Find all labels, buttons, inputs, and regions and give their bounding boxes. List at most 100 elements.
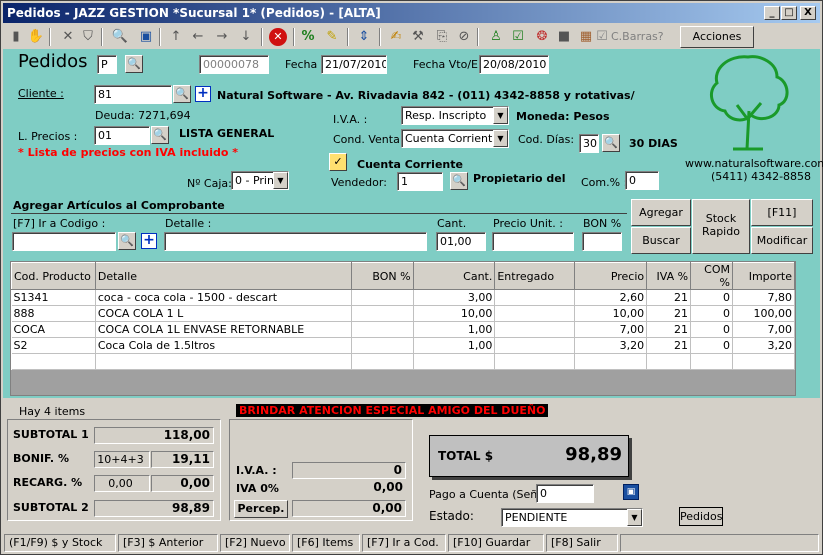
column-header[interactable]: IVA % — [646, 262, 692, 290]
buscar-button[interactable]: Buscar — [631, 227, 691, 254]
table-row[interactable]: 888 COCA COLA 1 L 10,00 10,00 21 0 100,00 — [11, 305, 795, 322]
items-table[interactable]: Cod. Producto Detalle BON % Cant. Entregado P… — [11, 262, 795, 370]
delete-x-icon[interactable]: ✕ — [59, 28, 77, 46]
divider — [11, 213, 627, 214]
total-label: TOTAL $ — [438, 449, 494, 463]
maximize-button[interactable]: □ — [781, 6, 797, 20]
person-icon[interactable]: ♙ — [487, 28, 505, 46]
pedidos-button[interactable]: Pedidos — [679, 507, 723, 526]
chevron-down-icon[interactable]: ▼ — [493, 130, 508, 147]
table-cell: 0 — [690, 321, 733, 338]
new-doc-icon[interactable]: ▮ — [7, 28, 25, 46]
bon-field[interactable] — [582, 232, 622, 251]
table-cell: 10,00 — [574, 305, 648, 322]
borrar-button[interactable]: [F11] Borrar — [751, 199, 813, 244]
chevron-down-icon[interactable]: ▼ — [493, 107, 508, 124]
table-row[interactable]: S1341 coca - coca cola - 1500 - descart 3,… — [11, 289, 795, 306]
items-grid[interactable]: Cod. Producto Detalle BON % Cant. Entregado P… — [10, 261, 796, 396]
minimize-button[interactable]: _ — [764, 6, 780, 20]
hand-icon[interactable]: ✋ — [27, 28, 45, 46]
close-button[interactable]: X — [800, 6, 816, 20]
items-count: Hay 4 items — [19, 405, 86, 418]
codigo-field[interactable] — [12, 232, 116, 251]
cant-label: Cant. — [437, 217, 467, 230]
table-row[interactable]: S2 Coca Cola de 1.5ltros 1,00 3,20 21 0 3,20 — [11, 337, 795, 354]
precios-search-icon[interactable]: 🔍 — [151, 126, 169, 144]
codigo-search-icon[interactable]: 🔍 — [118, 232, 136, 250]
table-cell: 0 — [690, 337, 733, 354]
estado-select[interactable]: PENDIENTE ▼ — [501, 508, 643, 527]
stop-icon[interactable]: ■ — [555, 28, 573, 46]
recarg-label: RECARG. % — [13, 476, 83, 489]
column-header[interactable]: Precio — [574, 262, 648, 290]
arrow-down-icon[interactable]: ↓ — [237, 28, 255, 46]
modificar-button[interactable]: Modificar — [751, 227, 813, 254]
table-cell: 7,00 — [732, 321, 795, 338]
chevron-down-icon[interactable]: ▼ — [273, 172, 288, 189]
precio-field[interactable] — [492, 232, 574, 251]
iva-select[interactable]: Resp. Inscripto ▼ — [401, 106, 509, 125]
agregar-button[interactable]: Agregar — [631, 199, 691, 226]
tipo-search-icon[interactable]: 🔍 — [125, 55, 143, 73]
cliente-field[interactable]: 81 — [94, 85, 172, 104]
cbarras-checkbox[interactable]: ☑ — [593, 28, 611, 46]
clean-icon[interactable]: ✎ — [323, 28, 341, 46]
table-cell: 100,00 — [732, 305, 795, 322]
percent-icon[interactable]: % — [299, 28, 317, 46]
check-icon[interactable]: ☑ — [509, 28, 527, 46]
no-icon[interactable]: ⊘ — [455, 28, 473, 46]
cliente-add-icon[interactable]: + — [195, 86, 211, 102]
cond-venta-select[interactable]: Cuenta Corriente ▼ — [401, 129, 509, 148]
numero-field[interactable]: 00000078 — [199, 55, 269, 74]
fecha-vto-field[interactable]: 20/08/2010 — [479, 55, 549, 74]
cuenta-corriente-icon[interactable]: ✓ — [329, 153, 347, 171]
cod-dias-field[interactable]: 30 — [579, 134, 599, 153]
save-pago-icon[interactable]: ▣ — [623, 484, 639, 500]
vendedor-field[interactable]: 1 — [397, 172, 443, 191]
pago-field[interactable]: 0 — [536, 484, 594, 503]
bonif-label: BONIF. % — [13, 452, 69, 465]
chevron-down-icon[interactable]: ▼ — [627, 509, 642, 526]
fecha-field[interactable]: 21/07/2010 — [321, 55, 387, 74]
vendedor-search-icon[interactable]: 🔍 — [450, 172, 468, 190]
caja-select[interactable]: 0 - Prin ▼ — [231, 171, 289, 190]
cliente-search-icon[interactable]: 🔍 — [173, 85, 191, 103]
save-icon[interactable]: ▣ — [137, 28, 155, 46]
precio-label: Precio Unit. : — [493, 217, 563, 230]
expand-icon[interactable]: ⇕ — [355, 28, 373, 46]
detalle-field[interactable] — [164, 232, 427, 251]
copy-icon[interactable]: ⎘ — [433, 28, 451, 46]
codigo-add-icon[interactable]: + — [141, 233, 157, 249]
cant-field[interactable]: 01,00 — [436, 232, 486, 251]
lifebuoy-icon[interactable]: ❂ — [533, 28, 551, 46]
column-header[interactable]: Detalle — [94, 262, 352, 290]
arrow-right-icon[interactable]: → — [213, 28, 231, 46]
table-row[interactable] — [11, 353, 795, 370]
tools-icon[interactable]: ⚒ — [409, 28, 427, 46]
cancel-icon[interactable]: ✕ — [269, 28, 287, 46]
comision-field[interactable]: 0 — [625, 171, 659, 190]
column-header[interactable]: Cant. — [412, 262, 496, 290]
form-panel: Pedidos P 🔍 00000078 Fecha : 21/07/2010 … — [3, 49, 823, 398]
handshake-icon[interactable]: ✍ — [387, 28, 405, 46]
search-icon[interactable]: 🔍 — [111, 28, 129, 46]
shield-icon[interactable]: ⛉ — [79, 28, 97, 46]
column-header[interactable]: Cod. Producto — [11, 262, 96, 290]
table-cell — [646, 353, 692, 370]
acciones-button[interactable]: Acciones — [680, 26, 754, 48]
column-header[interactable]: COM % — [690, 262, 733, 290]
stock-rapido-button[interactable]: Stock Rapido — [692, 199, 750, 254]
column-header[interactable]: BON % — [350, 262, 414, 290]
table-row[interactable]: COCA COCA COLA 1L ENVASE RETORNABLE 1,00 7,… — [11, 321, 795, 338]
column-header[interactable]: Entregado — [494, 262, 576, 290]
precios-field[interactable]: 01 — [94, 126, 150, 145]
column-header[interactable]: Importe — [732, 262, 795, 290]
percep-button[interactable]: Percep. — [234, 500, 288, 518]
arrow-up-icon[interactable]: ↑ — [167, 28, 185, 46]
table-cell: 10,00 — [413, 305, 496, 322]
bonif-pct[interactable]: 10+4+3 — [94, 451, 150, 468]
recarg-pct[interactable]: 0,00 — [94, 475, 150, 492]
arrow-left-icon[interactable]: ← — [189, 28, 207, 46]
cod-dias-search-icon[interactable]: 🔍 — [602, 134, 620, 152]
tipo-field[interactable]: P — [97, 55, 117, 74]
